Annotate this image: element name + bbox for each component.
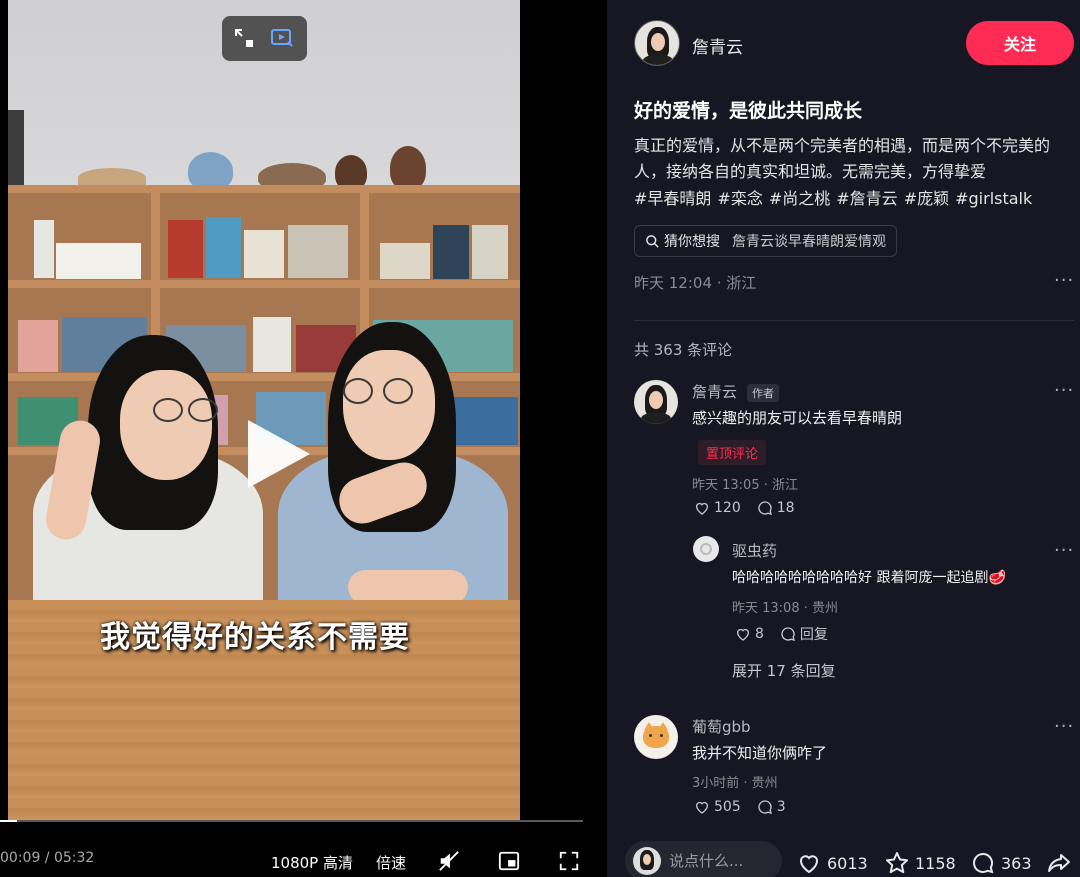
reply-text: 哈哈哈哈哈哈哈哈哈好 跟着阿庞一起追剧🥩 xyxy=(732,570,1006,586)
video-top-controls xyxy=(222,16,307,61)
play-icon[interactable] xyxy=(248,420,310,488)
chat-bubble-icon xyxy=(758,501,772,515)
hashtag-link[interactable]: #girlstalk xyxy=(955,189,1032,208)
volume-muted-icon[interactable] xyxy=(438,850,460,872)
my-avatar xyxy=(633,847,661,875)
heart-icon xyxy=(696,502,708,515)
related-search-chip[interactable]: 猜你想搜 詹青云谈早春晴朗爱情观 xyxy=(634,225,897,257)
comment-more-icon[interactable]: ··· xyxy=(1054,716,1074,737)
reply-reply-button[interactable]: 回复 xyxy=(780,624,828,644)
chat-bubble-icon xyxy=(973,852,994,874)
chat-bubble-icon xyxy=(758,800,772,814)
reply-like-button[interactable]: 8 xyxy=(735,626,764,642)
comment-more-icon[interactable]: ··· xyxy=(1054,380,1074,401)
scene-plush-mammoth xyxy=(390,146,426,190)
heart-icon xyxy=(696,801,708,814)
follow-button[interactable]: 关注 xyxy=(966,21,1074,65)
author-avatar[interactable] xyxy=(634,20,680,66)
picture-in-picture-icon[interactable] xyxy=(232,26,256,50)
quality-button[interactable]: 1080P 高清 xyxy=(271,852,353,873)
fullscreen-icon[interactable] xyxy=(558,850,580,872)
commenter-name[interactable]: 詹青云 xyxy=(692,381,737,402)
commenter-avatar[interactable] xyxy=(634,380,678,424)
comment-reply-count: 3 xyxy=(776,799,786,815)
reply-meta: 昨天 13:08 · 贵州 xyxy=(732,601,838,616)
mini-player-icon[interactable] xyxy=(498,850,520,872)
comment-input-pill[interactable] xyxy=(625,841,782,877)
hashtag-link[interactable]: #栾念 xyxy=(717,189,762,208)
post-description: 真正的爱情，从不是两个完美者的相遇，而是两个不完美的人，接纳各自的真实和坦诚。无… xyxy=(634,136,1051,181)
reply-label: 回复 xyxy=(799,627,828,643)
comment-actions: 120 18 xyxy=(694,500,795,516)
smart-play-icon[interactable] xyxy=(270,26,294,50)
heart-icon xyxy=(737,628,749,641)
detail-panel: 詹青云 关注 好的爱情，是彼此共同成长 真正的爱情，从不是两个完美者的相遇，而是… xyxy=(607,0,1080,877)
video-progress-fill xyxy=(0,820,18,822)
reply-more-icon[interactable]: ··· xyxy=(1054,540,1074,561)
comment-count: 共 363 条评论 xyxy=(634,341,733,359)
reply-name[interactable]: 驱虫药 xyxy=(732,540,777,561)
comment-reply-button[interactable]: 3 xyxy=(757,799,786,815)
comment-text: 感兴趣的朋友可以去看早春晴朗 xyxy=(692,409,903,427)
post-more-icon[interactable]: ··· xyxy=(1054,270,1074,291)
comment-actions: 505 3 xyxy=(694,799,786,815)
reply-like-count: 8 xyxy=(755,626,764,642)
like-button[interactable]: 6013 xyxy=(797,851,868,875)
favorite-count: 1158 xyxy=(915,853,956,873)
reply-avatar[interactable] xyxy=(693,536,719,562)
post-title: 好的爱情，是彼此共同成长 xyxy=(634,100,863,122)
share-arrow-icon xyxy=(1048,854,1070,872)
pinned-badge: 置顶评论 xyxy=(698,440,767,465)
post-meta: 昨天 12:04 · 浙江 xyxy=(634,274,757,292)
search-icon xyxy=(646,234,659,248)
bottom-action-bar: 6013 1158 363 xyxy=(607,835,1080,877)
scene-door xyxy=(8,110,24,185)
comment-like-count: 120 xyxy=(714,500,741,516)
video-subtitle: 我觉得好的关系不需要 xyxy=(100,620,410,655)
video-control-bar: 00:09 / 05:32 1080P 高清 倍速 xyxy=(0,840,607,877)
hashtag-link[interactable]: #尚之桃 xyxy=(769,189,830,208)
comment-reply-count: 18 xyxy=(776,500,795,516)
heart-icon xyxy=(800,855,818,874)
comment-like-count: 505 xyxy=(714,799,741,815)
share-button[interactable] xyxy=(1047,851,1071,875)
comment-like-button[interactable]: 505 xyxy=(694,799,741,815)
video-frame[interactable]: 我觉得好的关系不需要 xyxy=(8,0,520,820)
video-player[interactable]: 我觉得好的关系不需要 00:09 / 05:32 1080P 高清 倍速 xyxy=(0,0,607,877)
comment-meta: 昨天 13:05 · 浙江 xyxy=(692,478,798,493)
related-search-label: 猜你想搜 xyxy=(664,234,720,250)
comment-total-count: 363 xyxy=(1001,853,1032,873)
video-progress-bar[interactable] xyxy=(0,820,583,822)
comment-input[interactable] xyxy=(669,852,769,870)
video-time: 00:09 / 05:32 xyxy=(0,850,95,866)
expand-replies-button[interactable]: 展开 17 条回复 xyxy=(732,660,836,681)
hashtag-list: #早春晴朗 #栾念 #尚之桃 #詹青云 #庞颖 #girlstalk xyxy=(634,186,1079,212)
hashtag-link[interactable]: #詹青云 xyxy=(836,189,897,208)
hashtag-link[interactable]: #早春晴朗 xyxy=(634,189,711,208)
speed-button[interactable]: 倍速 xyxy=(376,852,406,873)
like-count: 6013 xyxy=(827,853,868,873)
comment-like-button[interactable]: 120 xyxy=(694,500,741,516)
reply-actions: 8 回复 xyxy=(735,624,828,644)
commenter-avatar[interactable] xyxy=(634,715,678,759)
commenter-name[interactable]: 葡萄gbb xyxy=(692,716,751,737)
comment-meta: 3小时前 · 贵州 xyxy=(692,776,778,791)
comment-button[interactable]: 363 xyxy=(971,851,1032,875)
favorite-button[interactable]: 1158 xyxy=(885,851,956,875)
comment-reply-button[interactable]: 18 xyxy=(757,500,795,516)
comment-text: 我并不知道你俩咋了 xyxy=(692,744,828,762)
related-search-query[interactable]: 詹青云谈早春晴朗爱情观 xyxy=(732,231,886,251)
divider xyxy=(634,320,1074,321)
hashtag-link[interactable]: #庞颖 xyxy=(904,189,949,208)
author-tag: 作者 xyxy=(747,384,779,402)
star-icon xyxy=(886,852,908,874)
author-name[interactable]: 詹青云 xyxy=(692,33,743,58)
chat-bubble-icon xyxy=(781,627,795,641)
